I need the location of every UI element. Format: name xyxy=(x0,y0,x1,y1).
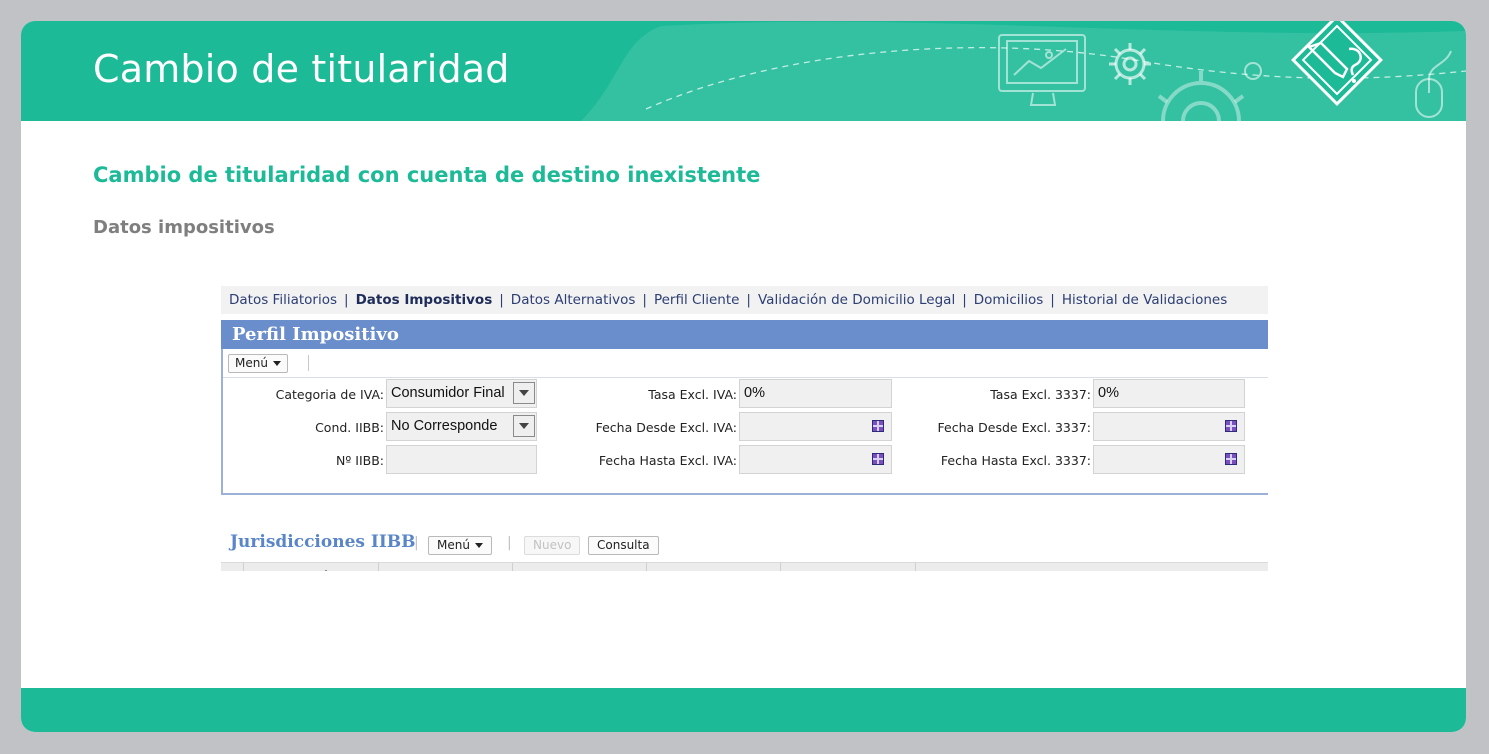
column-header-tasa-excl-iibb[interactable]: Tasa Excl. IIBB xyxy=(513,563,647,571)
consulta-button[interactable]: Consulta xyxy=(588,536,659,555)
menu-button[interactable]: Menú xyxy=(228,354,288,373)
column-header-jurisdiccion[interactable]: Jurisdicción xyxy=(244,563,379,571)
grid-row-selector-header xyxy=(221,563,244,571)
calendar-icon[interactable] xyxy=(1225,420,1237,432)
chevron-down-icon xyxy=(272,361,281,366)
fecha-desde-excl-3337-label: Fecha Desde Excl. 3337: xyxy=(937,420,1091,435)
tab-separator: | xyxy=(746,292,751,308)
tab-bar: Datos Filiatorios | Datos Impositivos | … xyxy=(221,286,1268,314)
tab-historial-validaciones[interactable]: Historial de Validaciones xyxy=(1062,292,1227,308)
chevron-down-icon xyxy=(519,423,529,429)
section-heading: Cambio de titularidad con cuenta de dest… xyxy=(93,163,761,187)
fecha-hasta-excl-3337-label: Fecha Hasta Excl. 3337: xyxy=(940,453,1091,468)
nro-iibb-input[interactable] xyxy=(386,445,537,474)
column-header-fecha-hasta[interactable]: Fecha Hasta Excl. xyxy=(781,563,916,571)
panel-title: Perfil Impositivo xyxy=(221,320,1268,349)
page-title: Cambio de titularidad xyxy=(93,47,510,91)
cond-iibb-label: Cond. IIBB: xyxy=(315,420,384,435)
toolbar-divider: | xyxy=(414,535,419,551)
tasa-excl-3337-input[interactable]: 0% xyxy=(1093,379,1245,408)
chevron-down-icon xyxy=(474,543,483,548)
tasa-excl-iva-label: Tasa Excl. IVA: xyxy=(648,387,737,402)
tab-separator: | xyxy=(642,292,647,308)
jurisdicciones-grid-header: Jurisdicción Cond. IIBB por Ju Tasa Excl… xyxy=(221,562,1268,571)
tab-datos-impositivos[interactable]: Datos Impositivos xyxy=(356,292,493,308)
footer-band xyxy=(21,688,1466,732)
calendar-icon[interactable] xyxy=(1225,453,1237,465)
tab-separator: | xyxy=(499,292,504,308)
slide: Cambio de titularidad Cambio de titulari… xyxy=(21,21,1466,732)
header-banner: Cambio de titularidad xyxy=(21,21,1466,121)
tab-separator: | xyxy=(962,292,967,308)
tab-domicilios[interactable]: Domicilios xyxy=(974,292,1044,308)
jurisdicciones-menu-button[interactable]: Menú xyxy=(428,536,492,555)
fecha-desde-excl-iva-input[interactable] xyxy=(739,412,892,441)
app-screenshot: Datos Filiatorios | Datos Impositivos | … xyxy=(221,286,1268,571)
calendar-icon[interactable] xyxy=(872,453,884,465)
fecha-hasta-excl-3337-input[interactable] xyxy=(1093,445,1245,474)
tab-perfil-cliente[interactable]: Perfil Cliente xyxy=(654,292,739,308)
calendar-icon[interactable] xyxy=(872,420,884,432)
perfil-impositivo-panel: Menú Categoria de IVA: Consumidor Final … xyxy=(221,349,1268,495)
menu-button-label: Menú xyxy=(437,538,470,552)
toolbar-divider xyxy=(308,355,309,371)
tasa-excl-3337-label: Tasa Excl. 3337: xyxy=(990,387,1091,402)
tab-validacion-domicilio-legal[interactable]: Validación de Domicilio Legal xyxy=(758,292,955,308)
nuevo-button[interactable]: Nuevo xyxy=(524,536,581,555)
fecha-hasta-excl-iva-input[interactable] xyxy=(739,445,892,474)
nro-iibb-label: Nº IIBB: xyxy=(336,453,384,468)
column-header-cond-iibb[interactable]: Cond. IIBB por Ju xyxy=(379,563,513,571)
jurisdicciones-title: Jurisdicciones IIBB xyxy=(230,532,416,552)
menu-button-label: Menú xyxy=(235,356,268,370)
categoria-iva-label: Categoria de IVA: xyxy=(275,387,384,402)
sub-heading: Datos impositivos xyxy=(93,217,275,238)
fecha-desde-excl-3337-input[interactable] xyxy=(1093,412,1245,441)
tab-datos-filiatorios[interactable]: Datos Filiatorios xyxy=(229,292,337,308)
tasa-excl-iva-input[interactable]: 0% xyxy=(739,379,892,408)
fecha-desde-excl-iva-label: Fecha Desde Excl. IVA: xyxy=(595,420,737,435)
column-header-fecha-desde[interactable]: Fecha Desde Excl xyxy=(647,563,781,571)
fecha-hasta-excl-iva-label: Fecha Hasta Excl. IVA: xyxy=(598,453,737,468)
toolbar-divider: | xyxy=(507,535,512,551)
tab-separator: | xyxy=(1050,292,1055,308)
categoria-iva-dropdown-button[interactable] xyxy=(513,382,535,404)
menu-strip: Menú xyxy=(223,349,1268,378)
cond-iibb-dropdown-button[interactable] xyxy=(513,415,535,437)
chevron-down-icon xyxy=(519,390,529,396)
tab-separator: | xyxy=(344,292,349,308)
tab-datos-alternativos[interactable]: Datos Alternativos xyxy=(511,292,636,308)
